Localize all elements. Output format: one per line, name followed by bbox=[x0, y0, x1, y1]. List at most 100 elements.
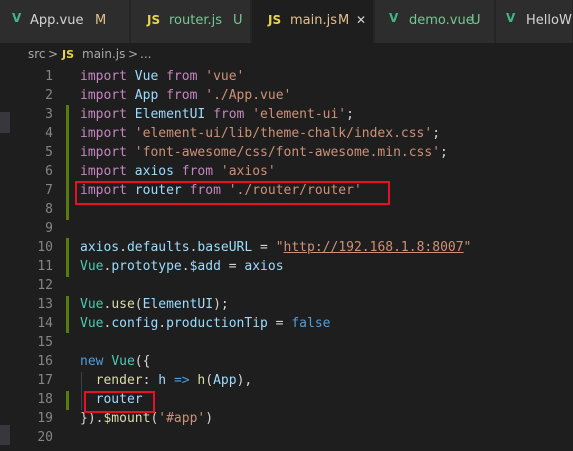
tab-demo-vue[interactable]: V demo.vue U bbox=[375, 0, 495, 43]
tab-main-js[interactable]: JS main.js M ✕ bbox=[252, 0, 374, 43]
code-token: 'element-ui/lib/theme-chalk/index.css' bbox=[134, 126, 433, 141]
tab-label: HelloW bbox=[526, 13, 572, 28]
code-text: import App from './App.vue' bbox=[80, 86, 291, 105]
code-token: axios bbox=[244, 259, 284, 274]
code-token: config bbox=[111, 316, 159, 331]
code-token: './App.vue' bbox=[205, 88, 292, 103]
line-number: 16 bbox=[37, 354, 53, 369]
code-line[interactable]: 15 bbox=[0, 333, 573, 352]
code-token: App bbox=[134, 88, 159, 103]
code-text: import Vue from 'vue' bbox=[80, 67, 244, 86]
code-token: = bbox=[267, 316, 292, 331]
code-token: import bbox=[80, 145, 127, 160]
code-token: import bbox=[80, 107, 127, 122]
code-line[interactable]: 5 import 'font-awesome/css/font-awesome.m… bbox=[0, 143, 573, 162]
js-file-icon: JS bbox=[268, 13, 282, 27]
code-line[interactable]: 2 import App from './App.vue' bbox=[0, 86, 573, 105]
breadcrumb-file[interactable]: main.js bbox=[82, 47, 125, 61]
code-token: ( bbox=[134, 297, 143, 312]
code-line[interactable]: 12 bbox=[0, 276, 573, 295]
line-number: 17 bbox=[37, 373, 53, 388]
code-line[interactable]: 13 Vue.use(ElementUI); bbox=[0, 295, 573, 314]
code-token: " bbox=[275, 240, 284, 255]
code-line[interactable]: 3 import ElementUI from 'element-ui'; bbox=[0, 105, 573, 124]
code-line[interactable]: 9 bbox=[0, 219, 573, 238]
tab-app-vue[interactable]: V App.vue M bbox=[0, 0, 130, 43]
breadcrumb-folder[interactable]: src bbox=[28, 47, 46, 61]
code-token: productionTip bbox=[166, 316, 268, 331]
code-token: import bbox=[80, 164, 127, 179]
code-text: Vue.prototype.$add = axios bbox=[80, 257, 284, 276]
code-text: new Vue({ bbox=[80, 352, 150, 371]
tab-router-js[interactable]: JS router.js U bbox=[131, 0, 251, 43]
code-text: Vue.config.productionTip = false bbox=[80, 314, 330, 333]
line-number: 15 bbox=[37, 335, 53, 350]
vue-file-icon: V bbox=[389, 11, 399, 25]
close-icon[interactable]: ✕ bbox=[356, 13, 366, 27]
code-token: ( bbox=[205, 373, 214, 388]
code-token: '#app' bbox=[158, 411, 206, 426]
code-token: $add bbox=[189, 259, 221, 274]
code-token: ; bbox=[432, 126, 441, 141]
code-token: $mount bbox=[103, 411, 151, 426]
tab-label: router.js bbox=[169, 13, 223, 28]
line-number: 2 bbox=[45, 88, 53, 103]
line-number: 8 bbox=[45, 202, 53, 217]
js-file-icon: JS bbox=[62, 48, 75, 61]
code-token: ({ bbox=[134, 354, 151, 369]
code-line[interactable]: 11 Vue.prototype.$add = axios bbox=[0, 257, 573, 276]
tab-git-status: M bbox=[338, 13, 350, 28]
code-line[interactable]: 10 axios.defaults.baseURL = "http://192.1… bbox=[0, 238, 573, 257]
tab-hello-world[interactable]: V HelloW bbox=[496, 0, 573, 43]
code-token: false bbox=[291, 316, 331, 331]
code-token: = bbox=[220, 259, 245, 274]
tab-label: demo.vue bbox=[409, 13, 474, 28]
code-token: ); bbox=[213, 297, 229, 312]
tab-label: main.js bbox=[290, 13, 337, 28]
code-token: }). bbox=[80, 411, 104, 426]
breadcrumb: src > JS main.js > ... bbox=[0, 43, 573, 65]
vue-file-icon: V bbox=[12, 11, 22, 25]
code-token: prototype bbox=[111, 259, 182, 274]
code-token: . bbox=[158, 316, 167, 331]
code-line[interactable]: 14 Vue.config.productionTip = false bbox=[0, 314, 573, 333]
code-token: . bbox=[119, 240, 127, 255]
code-token: = bbox=[252, 240, 276, 255]
code-token: App bbox=[213, 373, 237, 388]
line-number: 14 bbox=[37, 316, 53, 331]
code-text: Vue.use(ElementUI); bbox=[80, 295, 229, 314]
code-token: 'vue' bbox=[205, 69, 245, 84]
code-token: http://192.168.1.8:8007 bbox=[283, 240, 464, 255]
code-token: " bbox=[463, 240, 472, 255]
line-number: 12 bbox=[37, 278, 53, 293]
code-line[interactable]: 1 import Vue from 'vue' bbox=[0, 67, 573, 86]
tab-label: App.vue bbox=[30, 13, 84, 28]
code-line[interactable]: 20 bbox=[0, 428, 573, 447]
code-line[interactable]: 4 import 'element-ui/lib/theme-chalk/inde… bbox=[0, 124, 573, 143]
code-line[interactable]: 6 import axios from 'axios' bbox=[0, 162, 573, 181]
tab-git-status: U bbox=[471, 13, 481, 28]
line-number: 1 bbox=[45, 69, 53, 84]
code-line[interactable]: 16 new Vue({ bbox=[0, 352, 573, 371]
tab-git-status: U bbox=[233, 13, 243, 28]
code-line[interactable]: 17 render: h => h(App), bbox=[0, 371, 573, 390]
code-text: axios.defaults.baseURL = "http://192.168… bbox=[80, 238, 471, 257]
highlight-box-import-router bbox=[75, 181, 390, 205]
code-token: h bbox=[158, 373, 167, 388]
code-token: Vue bbox=[111, 354, 135, 369]
code-token: ElementUI bbox=[142, 297, 214, 312]
code-token: Vue bbox=[80, 316, 104, 331]
code-token: defaults bbox=[126, 240, 190, 255]
code-token: from bbox=[181, 164, 214, 179]
code-token: ), bbox=[236, 373, 253, 388]
line-number: 7 bbox=[45, 183, 53, 198]
code-token: ElementUI bbox=[134, 107, 206, 122]
breadcrumb-symbol[interactable]: ... bbox=[140, 47, 151, 61]
code-text: import ElementUI from 'element-ui'; bbox=[80, 105, 354, 124]
